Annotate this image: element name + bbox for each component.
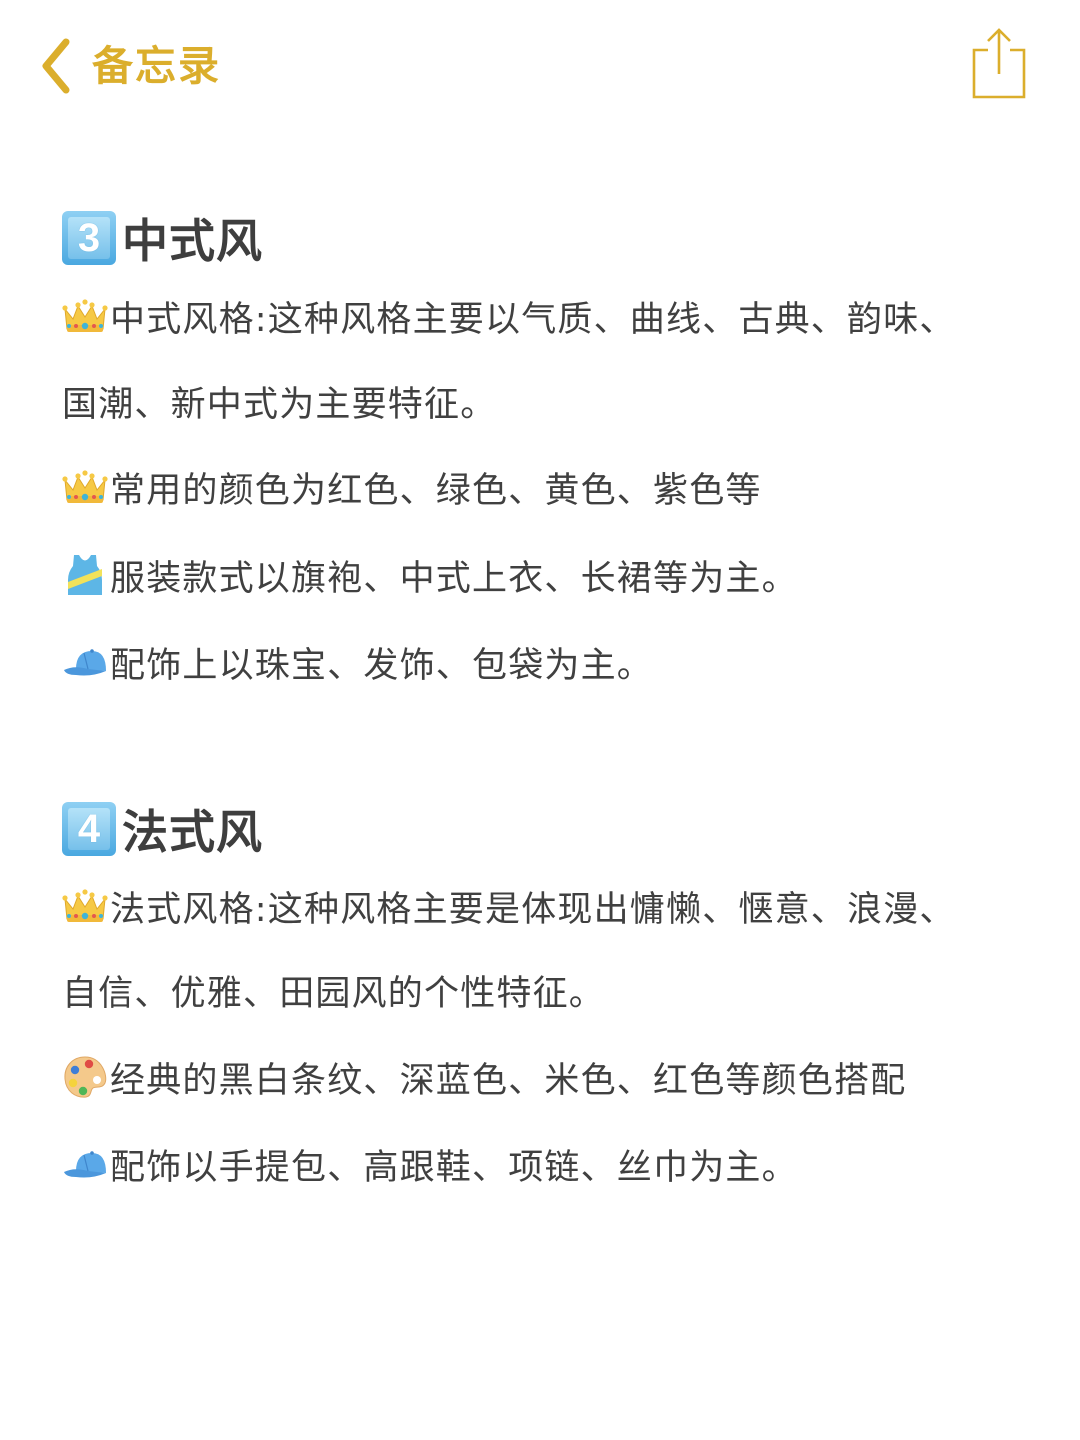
share-button[interactable] [970,26,1028,100]
keycap-4-icon: 4 [62,802,116,856]
section-title-french-style: 4 法式风 [62,801,263,859]
crown-icon [62,293,108,339]
cap-icon [62,1141,108,1187]
back-label: 备忘录 [92,42,221,90]
text-line: 自信、优雅、田园风的个性特征。 [62,973,606,1014]
palette-icon [62,1054,108,1100]
navigation-bar: 备忘录 [0,0,1080,130]
share-icon [972,28,1026,99]
crown-icon [62,883,108,929]
keycap-3-icon: 3 [62,211,116,265]
back-button[interactable]: 备忘录 [38,36,221,96]
text-line: 配饰以手提包、高跟鞋、项链、丝巾为主。 [62,1140,798,1188]
text-line: 常用的颜色为红色、绿色、黄色、紫色等 [62,463,762,511]
text-line: 国潮、新中式为主要特征。 [62,384,497,425]
text-line: 中式风格:这种风格主要以气质、曲线、古典、韵味、 [62,292,956,340]
tank-top-icon [62,552,108,598]
text-line: 服装款式以旗袍、中式上衣、长裙等为主。 [62,551,798,599]
section-title-chinese-style: 3 中式风 [62,210,263,268]
text-line: 配饰上以珠宝、发饰、包袋为主。 [62,638,653,686]
chevron-left-icon [42,38,70,94]
text-line: 经典的黑白条纹、深蓝色、米色、红色等颜色搭配 [62,1053,906,1101]
text-line: 法式风格:这种风格主要是体现出慵懒、惬意、浪漫、 [62,882,956,930]
section-title-text: 法式风 [122,805,263,859]
cap-icon [62,639,108,685]
crown-icon [62,464,108,510]
section-title-text: 中式风 [122,214,263,268]
